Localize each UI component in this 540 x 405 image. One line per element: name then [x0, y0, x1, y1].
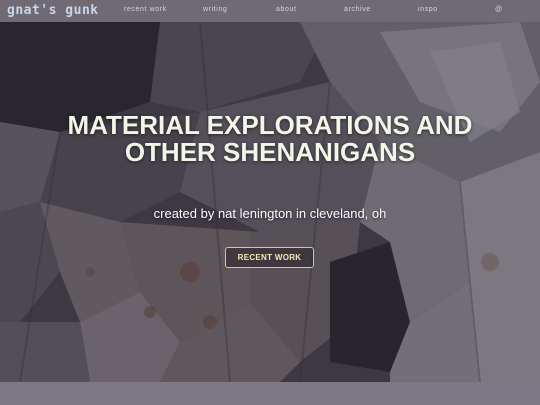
- nav-menu: recent work writing about archive inspo …: [0, 0, 540, 22]
- nav-link-contact[interactable]: @: [495, 6, 503, 13]
- hero-headline-line2: OTHER SHENANIGANS: [124, 137, 416, 167]
- nav-link-inspo[interactable]: inspo: [418, 6, 438, 13]
- hero-subtitle: created by nat lenington in cleveland, o…: [153, 206, 387, 221]
- hero-dim-overlay: [0, 22, 540, 382]
- nav-link-writing[interactable]: writing: [203, 6, 227, 13]
- hero-headline: MATERIAL EXPLORATIONS AND OTHER SHENANIG…: [20, 112, 520, 166]
- bottom-strip: [0, 382, 540, 405]
- nav-link-recent-work[interactable]: recent work: [124, 6, 167, 13]
- top-nav-bar: gnat's gunk recent work writing about ar…: [0, 0, 540, 22]
- nav-link-about[interactable]: about: [276, 6, 297, 13]
- hero-headline-line1: MATERIAL EXPLORATIONS AND: [67, 110, 473, 140]
- hero-section: [0, 22, 540, 382]
- nav-link-archive[interactable]: archive: [344, 6, 371, 13]
- recent-work-button[interactable]: RECENT WORK: [225, 247, 314, 268]
